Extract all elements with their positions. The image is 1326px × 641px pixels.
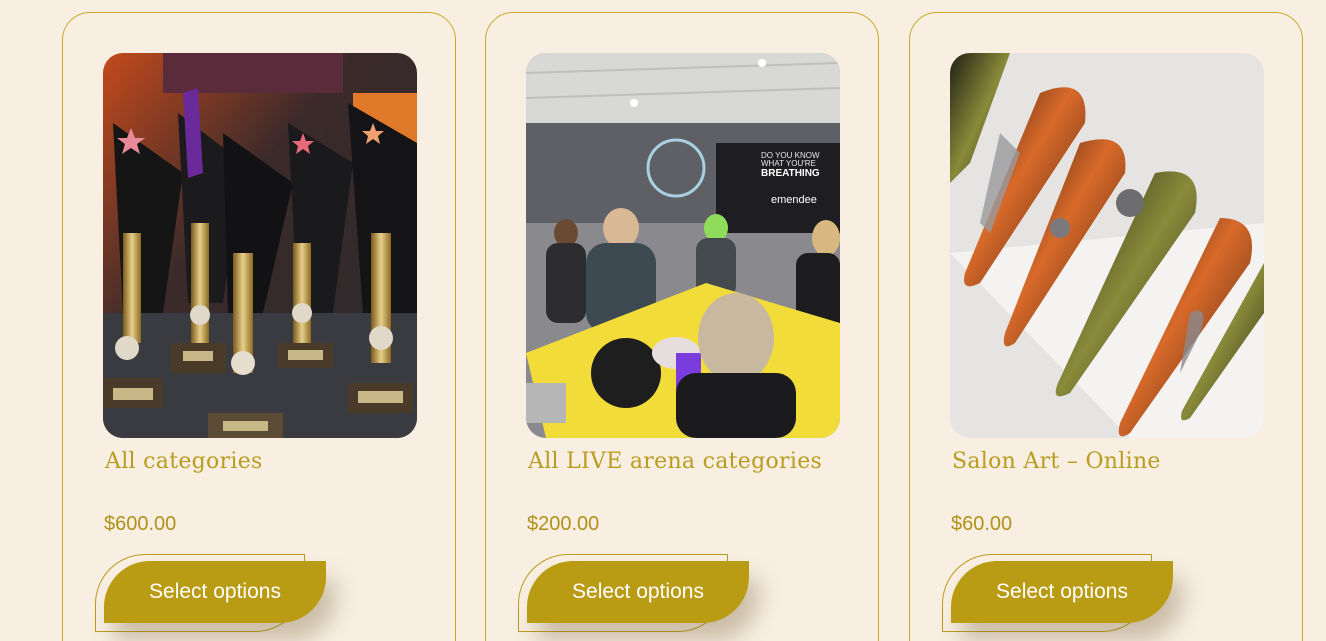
product-image-arena[interactable]: DO YOU KNOW WHAT YOU'RE BREATHING emende… — [526, 53, 840, 438]
product-card: DO YOU KNOW WHAT YOU'RE BREATHING emende… — [485, 12, 879, 641]
select-options-button[interactable]: Select options — [104, 561, 326, 623]
product-image-nails[interactable] — [950, 53, 1264, 438]
product-price: $200.00 — [527, 513, 600, 535]
product-title[interactable]: All LIVE arena categories — [528, 449, 822, 474]
select-options-group: Select options — [942, 554, 1174, 634]
arena-banner-line2: WHAT YOU'RE — [761, 159, 816, 168]
select-options-group: Select options — [518, 554, 750, 634]
product-price: $60.00 — [951, 513, 1013, 535]
product-price: $600.00 — [104, 513, 177, 535]
select-options-group: Select options — [95, 554, 327, 634]
arena-brand-text: emendee — [771, 194, 817, 206]
product-card: Salon Art – Online $60.00 Select options — [909, 12, 1303, 641]
product-title[interactable]: Salon Art – Online — [952, 449, 1161, 474]
product-grid: All categories $600.00 Select options DO… — [0, 0, 1326, 641]
arena-banner-line3: BREATHING — [761, 168, 820, 179]
product-image-trophies[interactable] — [103, 53, 417, 438]
product-card: All categories $600.00 Select options — [62, 12, 456, 641]
select-options-button[interactable]: Select options — [527, 561, 749, 623]
product-title[interactable]: All categories — [105, 449, 263, 474]
select-options-button[interactable]: Select options — [951, 561, 1173, 623]
